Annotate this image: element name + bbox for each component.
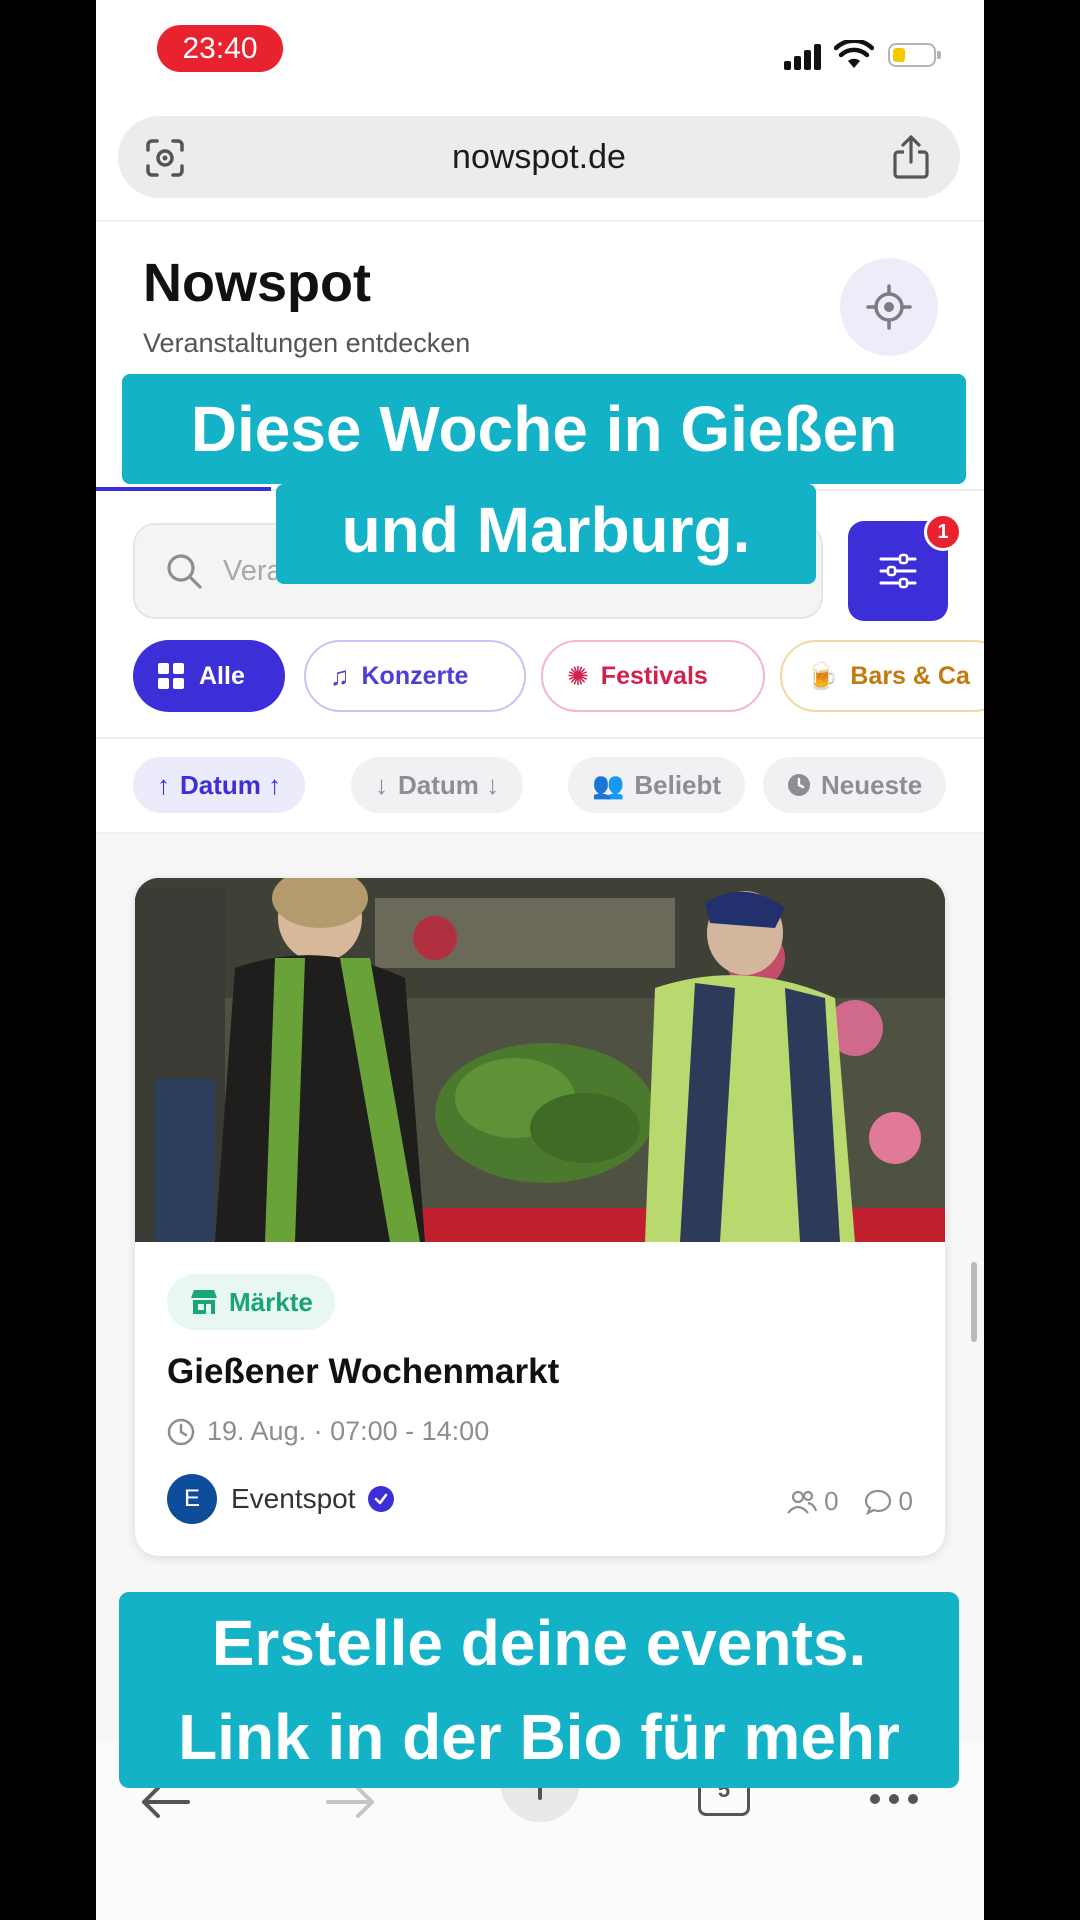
sliders-icon (879, 553, 917, 589)
event-time: 19. Aug. · 07:00 - 14:00 (167, 1416, 489, 1447)
event-time-text: 19. Aug. · 07:00 - 14:00 (207, 1416, 490, 1446)
clock-icon (788, 774, 810, 796)
category-badge: Märkte (167, 1274, 335, 1330)
sort-label: Datum ↓ (398, 769, 500, 800)
locate-button[interactable] (840, 258, 938, 356)
sort-label: Neueste (821, 769, 923, 800)
event-photo (135, 878, 945, 1242)
host-name: Eventspot (231, 1483, 356, 1514)
sort-popular[interactable]: 👥 Beliebt (568, 757, 746, 813)
address-bar[interactable]: nowspot.de (118, 116, 960, 198)
chip-konzerte[interactable]: ♫ Konzerte (304, 640, 526, 712)
more-icon[interactable] (868, 1792, 920, 1806)
caption-bottom: Erstelle deine events. Link in der Bio f… (119, 1592, 959, 1788)
market-stall-icon (191, 1290, 217, 1314)
app-subtitle: Veranstaltungen entdecken (143, 328, 471, 358)
clock-icon (167, 1418, 195, 1445)
attendees-icon (787, 1490, 818, 1514)
event-card[interactable]: Märkte Gießener Wochenmarkt 19. Aug. · 0… (135, 878, 945, 1556)
phone-screen: 23:40 nowspot.de Nowspot Veranstaltungen… (96, 0, 984, 1920)
chip-festivals[interactable]: ✺ Festivals (541, 640, 765, 712)
wifi-icon (834, 40, 874, 68)
app-title: Nowspot (143, 253, 371, 313)
arrow-up-icon: ↑ (157, 769, 170, 800)
beer-mug-icon: 🍺 (806, 660, 839, 691)
category-label: Märkte (229, 1286, 313, 1317)
chip-label: Alle (199, 661, 245, 690)
search-icon (167, 554, 202, 589)
sort-newest[interactable]: Neueste (763, 757, 947, 813)
divider (96, 220, 984, 222)
users-icon: 👥 (592, 769, 625, 800)
event-host[interactable]: E Eventspot (167, 1474, 394, 1524)
forward-icon[interactable] (326, 1784, 376, 1820)
comment-icon[interactable] (863, 1488, 893, 1516)
avatar: E (167, 1474, 217, 1524)
sort-label: Datum ↑ (180, 769, 282, 800)
chip-label: Konzerte (361, 661, 469, 690)
chip-label: Bars & Ca (850, 661, 970, 690)
tab-indicator (96, 487, 271, 491)
caption-top-line2: und Marburg. (276, 484, 816, 584)
sort-date-desc[interactable]: ↓ Datum ↓ (351, 757, 524, 813)
grid-icon (158, 663, 184, 689)
search-placeholder: Vera (223, 555, 283, 587)
caption-bottom-line2: Link in der Bio für mehr (178, 1701, 900, 1773)
divider (96, 737, 984, 739)
sort-date-asc[interactable]: ↑ Datum ↑ (133, 757, 306, 813)
music-note-icon: ♫ (330, 660, 350, 691)
sort-label: Beliebt (634, 769, 722, 800)
back-icon[interactable] (140, 1784, 190, 1820)
chip-label: Festivals (600, 661, 708, 690)
scrollbar[interactable] (971, 1262, 977, 1342)
url-text[interactable]: nowspot.de (118, 116, 960, 198)
battery-icon (888, 43, 941, 67)
arrow-down-icon: ↓ (375, 769, 388, 800)
share-icon[interactable] (892, 134, 930, 180)
caption-bottom-line1: Erstelle deine events. (211, 1607, 867, 1679)
filter-count-badge: 1 (924, 513, 962, 551)
chip-bars-cafes[interactable]: 🍺 Bars & Ca (780, 640, 984, 712)
comment-count: 0 (898, 1486, 913, 1516)
caption-top-line1: Diese Woche in Gießen (122, 374, 966, 484)
event-stats: 0 0 (786, 1486, 913, 1517)
cellular-signal-icon (784, 44, 824, 70)
festival-icon: ✺ (567, 660, 589, 691)
verified-icon (367, 1486, 394, 1512)
chip-alle[interactable]: Alle (133, 640, 285, 712)
event-title[interactable]: Gießener Wochenmarkt (167, 1352, 559, 1392)
status-bar: 23:40 (96, 0, 984, 100)
crosshair-icon (866, 284, 912, 330)
attendee-count: 0 (824, 1486, 839, 1516)
status-time: 23:40 (157, 25, 283, 72)
